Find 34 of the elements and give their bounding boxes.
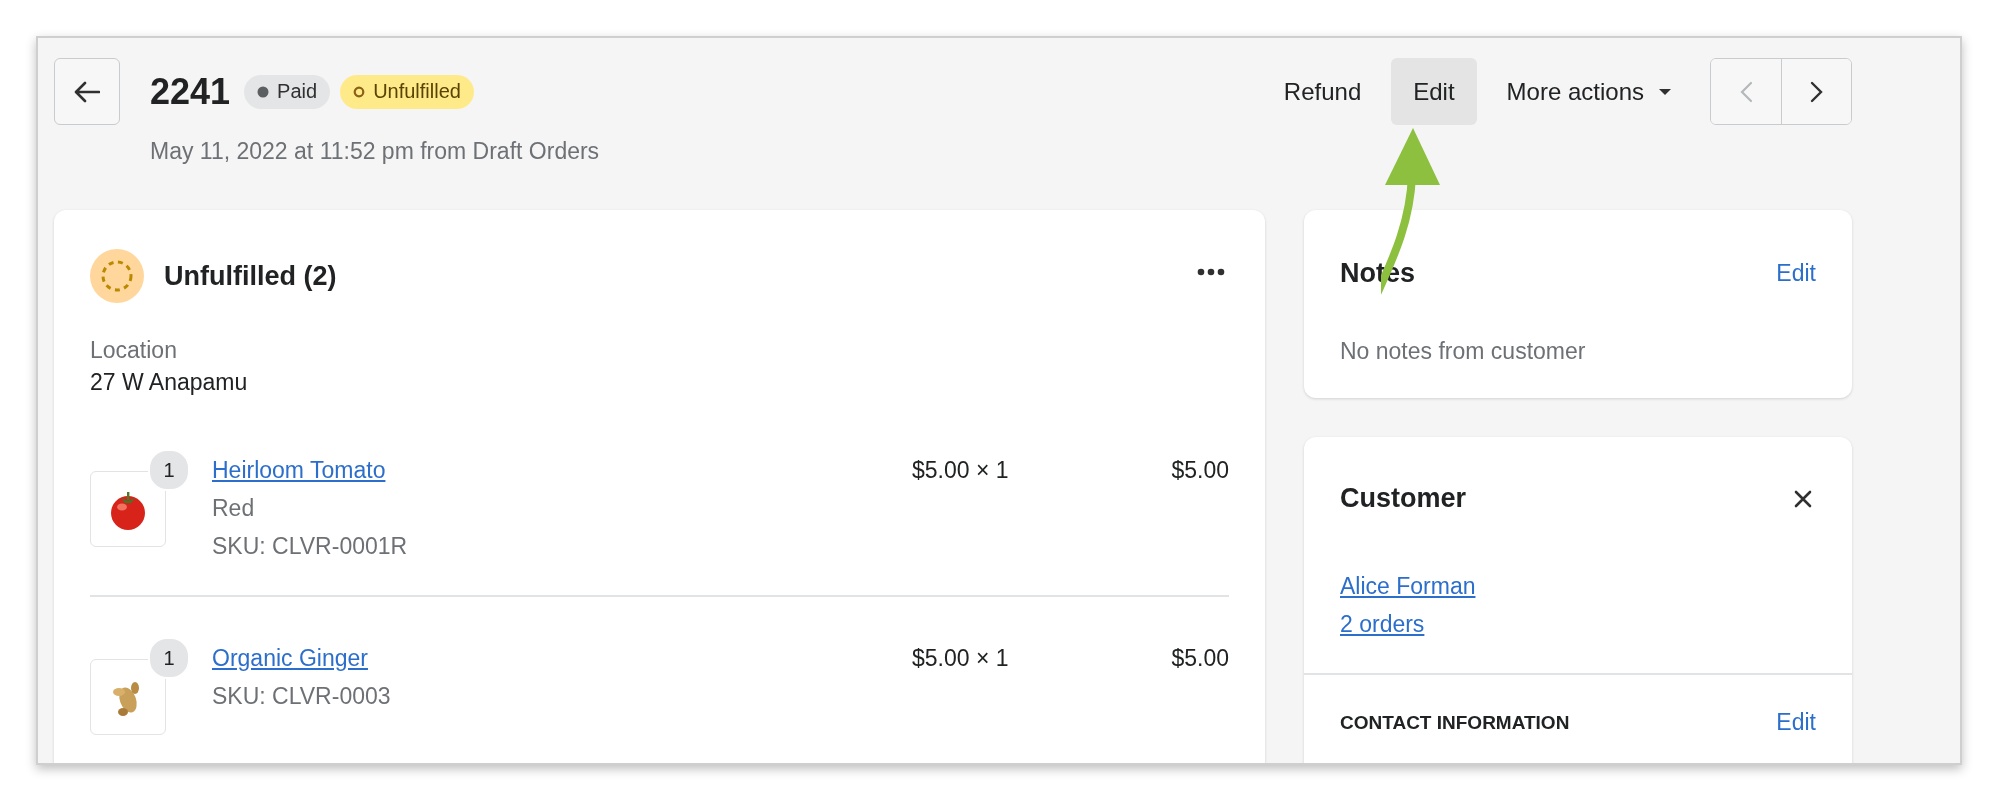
customer-link[interactable]: Alice Forman xyxy=(1340,567,1476,605)
quantity-badge: 1 xyxy=(148,637,190,679)
notes-text: No notes from customer xyxy=(1340,337,1587,366)
chevron-right-icon xyxy=(1809,80,1824,103)
action-button[interactable]: Refund xyxy=(1261,58,1384,125)
order-number: 2241 xyxy=(150,70,231,113)
product-link[interactable]: Heirloom Tomato xyxy=(212,457,386,483)
product-detail: Red xyxy=(212,494,256,523)
location-label: Location xyxy=(90,336,178,365)
product-link[interactable]: Organic Ginger xyxy=(212,645,368,671)
card-title: Unfulfilled (2) xyxy=(164,260,337,292)
more-actions-button[interactable]: More actions xyxy=(1484,58,1694,125)
line-total: $5.00 xyxy=(1171,456,1229,485)
card-title: Customer xyxy=(1340,483,1467,514)
product-detail: SKU: CLVR-0001R xyxy=(212,532,409,561)
back-button[interactable] xyxy=(54,58,120,125)
section-title: CONTACT INFORMATION xyxy=(1340,711,1570,734)
unfulfilled-status-icon xyxy=(90,249,144,303)
unit-price: $5.00 × 1 xyxy=(912,644,1010,673)
edit-link[interactable]: Edit xyxy=(1776,260,1816,287)
order-date: May 11, 2022 at 11:52 pm from Draft Orders xyxy=(150,138,600,165)
action-button[interactable]: Edit xyxy=(1391,58,1477,125)
back-arrow-icon xyxy=(74,80,100,103)
product-detail: SKU: CLVR-0003 xyxy=(212,682,392,711)
caret-icon xyxy=(1658,87,1672,96)
status-badge: Paid xyxy=(244,74,331,109)
edit-link[interactable]: Edit xyxy=(1776,709,1816,736)
orders-link[interactable]: 2 orders xyxy=(1340,605,1425,643)
unit-price: $5.00 × 1 xyxy=(912,456,1010,485)
chevron-left-icon xyxy=(1739,80,1753,103)
status-badge: Unfulfilled xyxy=(340,74,474,109)
location-address: 27 W Anapamu xyxy=(90,369,249,396)
line-total: $5.00 xyxy=(1171,644,1229,673)
quantity-badge: 1 xyxy=(148,449,190,491)
